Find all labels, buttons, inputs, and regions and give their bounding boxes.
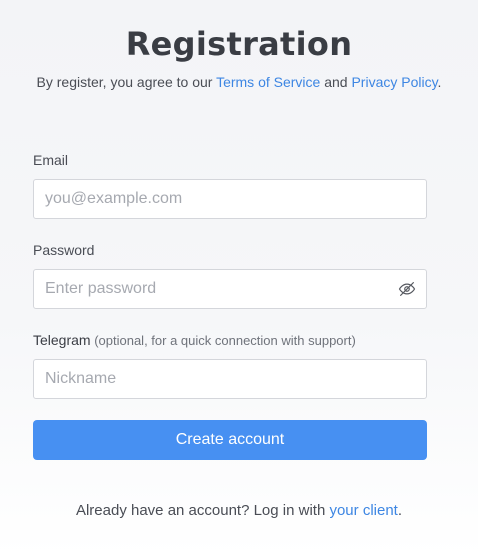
password-field-wrapper	[33, 269, 427, 309]
email-field[interactable]	[34, 180, 426, 218]
login-prompt: Already have an account? Log in with you…	[0, 502, 478, 520]
agreement-text: By register, you agree to our Terms of S…	[36, 73, 442, 91]
privacy-policy-link[interactable]: Privacy Policy	[351, 74, 437, 90]
email-field-wrapper	[33, 179, 427, 219]
login-prompt-prefix: Already have an account? Log in with	[75, 502, 330, 519]
email-label: Email	[33, 152, 69, 168]
your-client-link[interactable]: your client	[329, 502, 397, 519]
terms-of-service-link[interactable]: Terms of Service	[216, 74, 320, 90]
telegram-label-hint: (optional, for a quick connection with s…	[90, 333, 356, 348]
password-label: Password	[33, 242, 95, 258]
telegram-label: Telegram (optional, for a quick connecti…	[33, 331, 356, 350]
page-title: Registration	[125, 25, 353, 63]
eye-slash-icon[interactable]	[398, 280, 416, 298]
agreement-and: and	[320, 74, 352, 90]
create-account-button[interactable]: Create account	[33, 420, 427, 460]
telegram-label-text: Telegram	[33, 332, 91, 348]
telegram-nickname-field[interactable]	[34, 360, 426, 398]
login-prompt-suffix: .	[397, 502, 403, 519]
agreement-prefix: By register, you agree to our	[36, 74, 217, 90]
registration-page: Registration By register, you agree to o…	[0, 0, 478, 557]
telegram-field-wrapper	[33, 359, 427, 399]
agreement-suffix: .	[437, 74, 442, 90]
password-field[interactable]	[34, 270, 426, 308]
